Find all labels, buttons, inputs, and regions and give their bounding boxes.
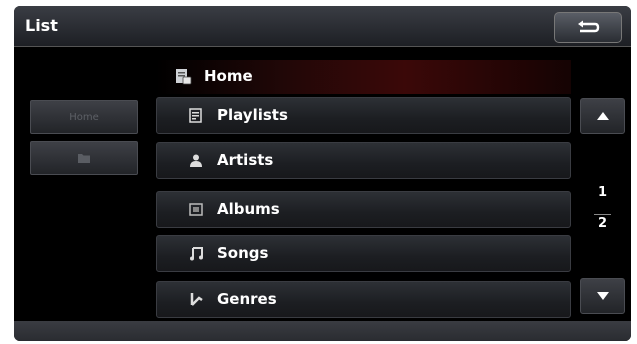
- back-arrow-icon: [578, 20, 600, 32]
- page-title: List: [25, 16, 58, 35]
- genre-icon: [190, 293, 203, 306]
- home-side-label: Home: [69, 111, 99, 123]
- playlist-icon: [189, 108, 202, 123]
- triangle-down-icon: [596, 292, 609, 300]
- list-item-genres[interactable]: Genres: [156, 281, 571, 318]
- list-item-songs[interactable]: Songs: [156, 235, 571, 272]
- folder-side-button[interactable]: [30, 141, 138, 175]
- album-icon: [189, 203, 203, 216]
- current-folder-row: Home: [156, 60, 571, 94]
- list-screen: List Home Home Playlists Artists Albums …: [14, 6, 631, 341]
- triangle-up-icon: [596, 112, 609, 120]
- list-item-albums[interactable]: Albums: [156, 191, 571, 228]
- page-current: 1: [597, 185, 608, 200]
- list-item-label: Songs: [217, 244, 269, 262]
- header-bar: List: [14, 6, 631, 47]
- list-item-playlists[interactable]: Playlists: [156, 97, 571, 134]
- page-total: 2: [597, 216, 608, 231]
- folder-icon: [78, 154, 90, 163]
- scroll-up-button[interactable]: [580, 98, 625, 134]
- list-item-label: Genres: [217, 290, 277, 308]
- list-item-label: Albums: [217, 200, 280, 218]
- home-folder-icon: [176, 69, 192, 85]
- list-item-artists[interactable]: Artists: [156, 142, 571, 179]
- music-note-icon: [190, 247, 203, 261]
- list-item-label: Artists: [217, 151, 274, 169]
- scroll-down-button[interactable]: [580, 278, 625, 314]
- list-item-label: Playlists: [217, 106, 288, 124]
- home-side-button[interactable]: Home: [30, 100, 138, 134]
- back-button[interactable]: [554, 12, 622, 43]
- footer-bar: [14, 321, 631, 341]
- current-folder-label: Home: [204, 67, 253, 85]
- page-divider: [594, 214, 611, 215]
- artist-icon: [190, 154, 202, 167]
